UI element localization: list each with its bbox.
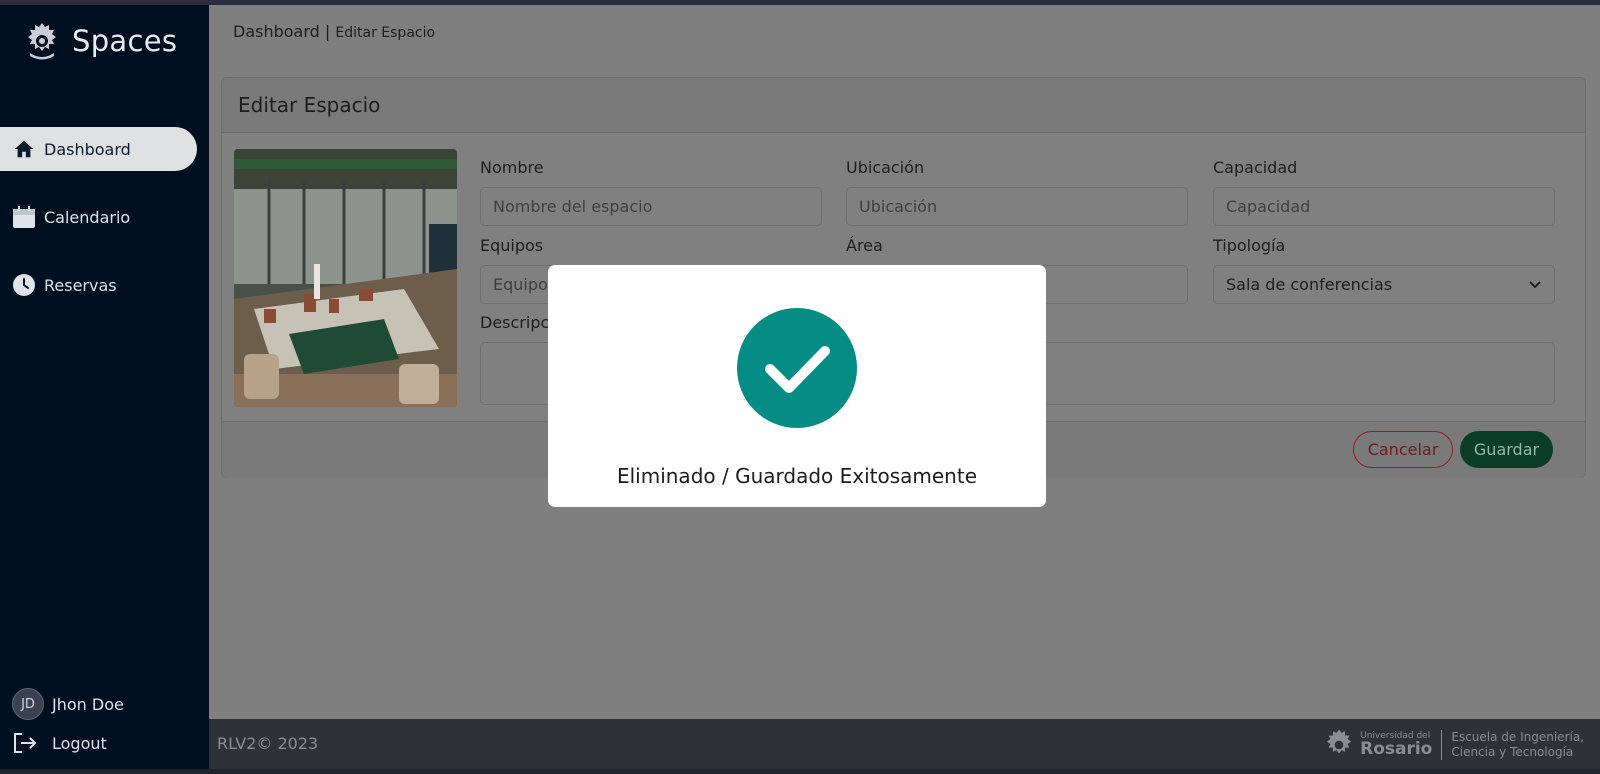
- sidebar-item-dashboard[interactable]: Dashboard: [0, 127, 197, 171]
- cancel-button[interactable]: Cancelar: [1353, 431, 1453, 468]
- breadcrumb-separator: |: [324, 22, 331, 41]
- ubicacion-label: Ubicación: [846, 158, 925, 177]
- breadcrumb-root[interactable]: Dashboard: [233, 22, 320, 41]
- calendar-icon: [12, 205, 36, 229]
- university-name: Universidad del Rosario: [1360, 731, 1433, 759]
- user-profile[interactable]: JD Jhon Doe: [12, 688, 124, 720]
- check-circle-icon: [737, 308, 857, 428]
- logout-icon: [12, 731, 40, 755]
- sidebar-item-reservas[interactable]: Reservas: [0, 263, 197, 307]
- university-crest-icon: [28, 23, 56, 60]
- breadcrumb-current: Editar Espacio: [335, 25, 436, 41]
- tipologia-value: Sala de conferencias: [1226, 275, 1393, 294]
- logout-label: Logout: [52, 733, 107, 753]
- nombre-label: Nombre: [480, 158, 544, 177]
- university-logo: Universidad del Rosario Escuela de Ingen…: [1320, 726, 1584, 764]
- tipologia-select[interactable]: Sala de conferencias: [1213, 265, 1555, 304]
- avatar: JD: [12, 688, 44, 720]
- sidebar: Spaces Dashboard Calendario Reservas JD …: [0, 5, 209, 769]
- page-footer: RLV2© 2023 Universidad del Rosario Escue…: [209, 719, 1600, 769]
- logo-divider: [1441, 730, 1443, 760]
- equipos-label: Equipos: [480, 236, 544, 255]
- tipologia-label: Tipología: [1213, 236, 1286, 255]
- nombre-input[interactable]: Nombre del espacio: [480, 187, 822, 226]
- bottom-border: [0, 769, 1600, 774]
- sidebar-item-calendario[interactable]: Calendario: [0, 195, 197, 239]
- brand[interactable]: Spaces: [20, 19, 177, 63]
- space-photo-image: [234, 149, 457, 407]
- brand-name: Spaces: [72, 24, 178, 58]
- sidebar-item-label: Dashboard: [44, 139, 131, 159]
- user-name: Jhon Doe: [52, 694, 124, 714]
- breadcrumb: Dashboard | Editar Espacio: [233, 22, 435, 41]
- success-message: Eliminado / Guardado Exitosamente: [616, 464, 978, 488]
- home-icon: [12, 137, 36, 161]
- clock-icon: [12, 273, 36, 297]
- capacidad-label: Capacidad: [1213, 158, 1298, 177]
- sidebar-item-label: Calendario: [44, 207, 131, 227]
- save-button[interactable]: Guardar: [1460, 431, 1553, 468]
- ubicacion-input[interactable]: Ubicación: [846, 187, 1188, 226]
- space-photo[interactable]: [234, 149, 457, 407]
- capacidad-input[interactable]: Capacidad: [1213, 187, 1555, 226]
- school-name: Escuela de Ingeniería, Ciencia y Tecnolo…: [1451, 730, 1584, 759]
- card-title: Editar Espacio: [222, 78, 1585, 133]
- chevron-down-icon: [1529, 280, 1541, 288]
- sidebar-item-label: Reservas: [44, 275, 117, 295]
- copyright-text: RLV2© 2023: [217, 734, 319, 753]
- area-label: Área: [846, 236, 883, 255]
- university-crest-icon: [1327, 729, 1352, 754]
- success-modal[interactable]: Eliminado / Guardado Exitosamente: [548, 265, 1046, 507]
- logout-button[interactable]: Logout: [12, 731, 107, 755]
